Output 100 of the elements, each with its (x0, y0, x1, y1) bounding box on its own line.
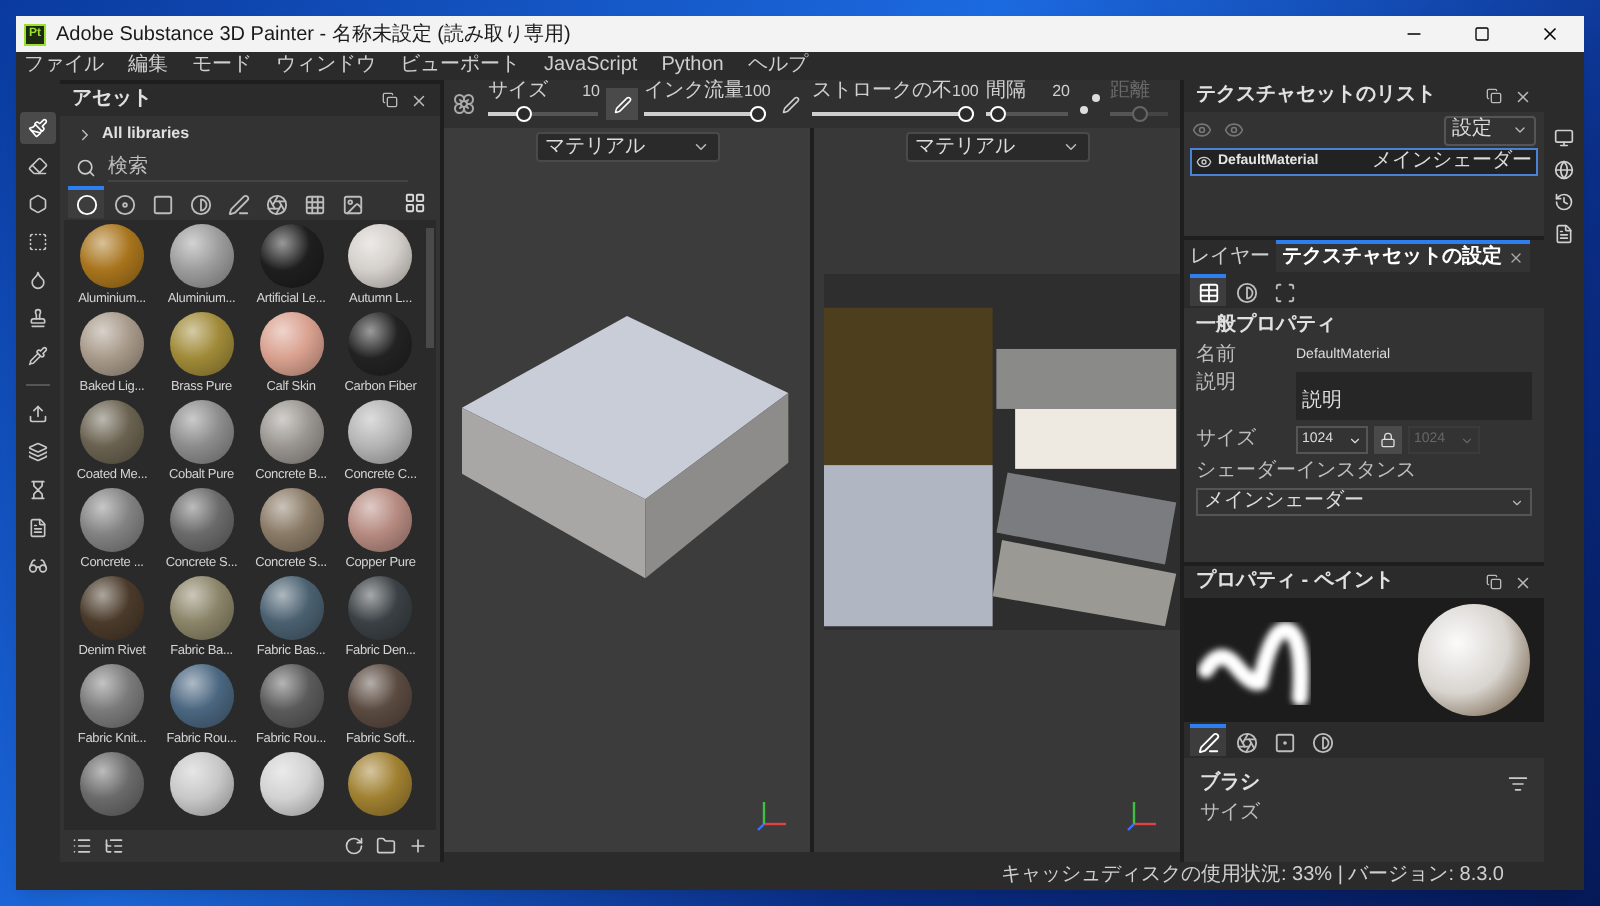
material-thumbnail[interactable] (80, 576, 144, 640)
material-thumbnail[interactable] (169, 576, 234, 640)
panel-tab[interactable]: レイヤー (1184, 240, 1276, 272)
field-label: 名前 (1196, 344, 1238, 368)
brush-preset-icon[interactable] (452, 92, 476, 116)
history-icon[interactable] (1554, 192, 1574, 212)
material-thumbnail[interactable] (169, 312, 234, 376)
material-thumbnail[interactable] (169, 400, 234, 464)
undock-icon[interactable] (382, 92, 398, 108)
menu-item[interactable]: ファイル (24, 54, 104, 78)
material-thumbnail[interactable] (169, 752, 234, 816)
material-thumbnail[interactable] (80, 752, 144, 816)
close-icon[interactable] (1540, 24, 1560, 44)
chevron-down-icon (1512, 122, 1528, 138)
material-thumbnail[interactable] (348, 664, 413, 728)
material-thumbnail[interactable] (348, 576, 413, 640)
pen-icon (1197, 731, 1219, 753)
close-icon[interactable] (1514, 87, 1532, 105)
close-icon[interactable] (410, 91, 428, 109)
menu-item[interactable]: Python (661, 54, 724, 78)
lock-button[interactable] (1374, 426, 1402, 454)
menu-item[interactable]: JavaScript (544, 54, 638, 78)
shader-dropdown[interactable]: メインシェーダー (1196, 488, 1532, 516)
globe-icon[interactable] (1554, 160, 1574, 180)
add-icon[interactable] (408, 836, 428, 856)
axis-gizmo-icon (1126, 800, 1158, 832)
chevron-down-icon (691, 138, 709, 156)
view-mode-dropdown[interactable]: マテリアル (905, 132, 1089, 162)
folder-icon[interactable] (376, 836, 396, 856)
material-thumbnail[interactable] (80, 224, 144, 288)
field-label: サイズ (1196, 428, 1258, 452)
folder-list-icon[interactable] (104, 836, 124, 856)
pipette-icon (28, 346, 48, 366)
menu-item[interactable]: ヘルプ (747, 54, 808, 78)
material-thumbnail[interactable] (169, 224, 234, 288)
material-thumbnail[interactable] (348, 400, 413, 464)
image-icon (341, 193, 363, 215)
undock-icon[interactable] (1486, 574, 1502, 590)
material-thumbnail[interactable] (169, 488, 234, 552)
material-thumbnail[interactable] (348, 224, 413, 288)
slider[interactable] (986, 106, 1068, 122)
tool-button[interactable] (20, 112, 56, 144)
material-thumbnail[interactable] (80, 400, 144, 464)
chevron-down-icon (1061, 138, 1079, 156)
slider-value: 10 (582, 80, 600, 104)
frame-icon (1273, 281, 1295, 303)
menu-item[interactable]: ウィンドウ (276, 54, 376, 78)
material-thumbnail[interactable] (169, 664, 234, 728)
material-thumbnail[interactable] (348, 488, 413, 552)
icon-tab[interactable] (1190, 724, 1226, 756)
material-thumbnail[interactable] (348, 752, 413, 816)
grid-view-icon[interactable] (404, 191, 426, 213)
icon-tab[interactable] (68, 186, 104, 218)
menu-item[interactable]: モード (192, 54, 252, 78)
panel-tab[interactable]: テクスチャセットの設定 (1276, 240, 1530, 272)
slider[interactable] (812, 106, 974, 122)
chevron-down-icon (1348, 433, 1362, 447)
material-thumbnail[interactable] (80, 664, 144, 728)
slider[interactable] (488, 106, 598, 122)
material-thumbnail[interactable] (80, 312, 144, 376)
document-icon[interactable] (1554, 224, 1574, 244)
material-thumbnail[interactable] (259, 400, 323, 464)
material-thumbnail[interactable] (259, 664, 323, 728)
icon-tab[interactable] (1190, 274, 1226, 306)
library-selector[interactable]: All libraries (102, 122, 190, 146)
close-icon[interactable] (1514, 573, 1532, 591)
stamp-icon (28, 308, 48, 328)
viewport[interactable]: マテリアル (814, 128, 1180, 852)
chevron-right-icon[interactable] (76, 125, 94, 143)
dots-icon[interactable] (1078, 92, 1102, 116)
view-mode-dropdown[interactable]: マテリアル (535, 132, 719, 162)
material-thumbnail[interactable] (259, 224, 323, 288)
list-icon[interactable] (72, 836, 92, 856)
pen-icon (227, 193, 249, 215)
material-thumbnail[interactable] (259, 488, 323, 552)
pen-pressure-toggle[interactable] (606, 88, 638, 120)
menu-item[interactable]: ビューポート (400, 54, 520, 78)
monitor-icon[interactable] (1554, 128, 1574, 148)
material-thumbnail[interactable] (80, 488, 144, 552)
material-thumbnail[interactable] (259, 752, 323, 816)
slider[interactable] (1110, 106, 1168, 122)
refresh-icon[interactable] (344, 836, 364, 856)
sphere-preview-drawing (1416, 602, 1532, 718)
material-thumbnail[interactable] (259, 576, 323, 640)
maximize-icon[interactable] (1474, 26, 1490, 42)
eye-icon[interactable] (1196, 154, 1212, 170)
description-field[interactable]: 説明 (1296, 372, 1532, 420)
search-field[interactable]: 検索 (108, 154, 408, 182)
viewport[interactable]: マテリアル (444, 128, 810, 852)
menu-icon[interactable] (1508, 774, 1528, 794)
document-icon (28, 518, 48, 538)
menu-item[interactable]: 編集 (128, 54, 168, 78)
material-thumbnail[interactable] (259, 312, 323, 376)
settings-dropdown[interactable]: 設定 (1444, 115, 1536, 145)
material-thumbnail[interactable] (348, 312, 413, 376)
slider[interactable] (644, 106, 766, 122)
axis-gizmo-icon (756, 800, 788, 832)
undock-icon[interactable] (1486, 88, 1502, 104)
aperture-icon (265, 193, 287, 215)
lock-icon (1380, 432, 1396, 448)
